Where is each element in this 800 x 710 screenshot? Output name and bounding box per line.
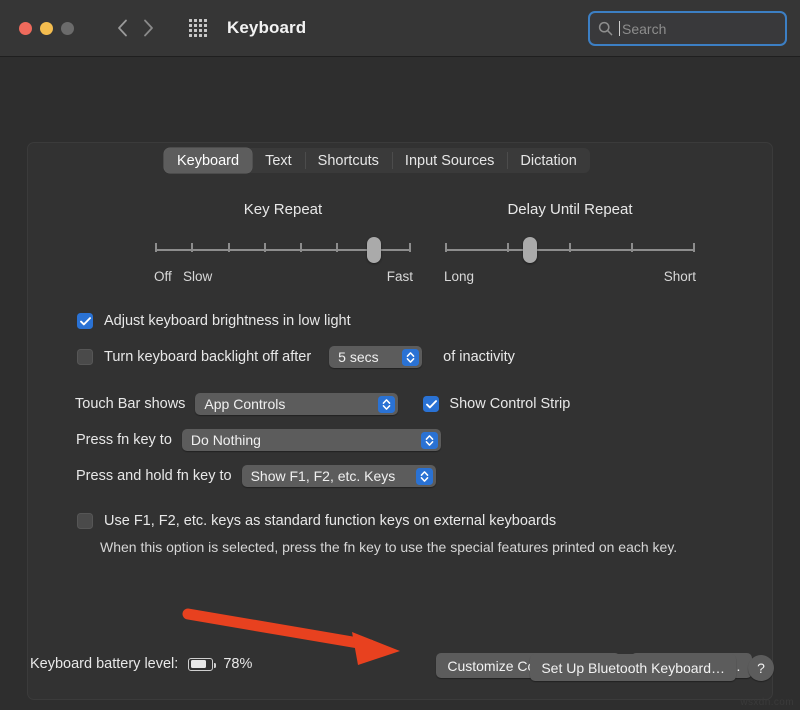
chevron-up-down-icon[interactable] <box>416 468 433 485</box>
forward-chevron-icon[interactable] <box>135 15 161 41</box>
tab-input-sources[interactable]: Input Sources <box>392 148 507 173</box>
press-fn-label: Press fn key to <box>76 432 172 448</box>
key-repeat-label-slow: Slow <box>183 269 212 284</box>
show-control-strip-checkbox[interactable] <box>423 396 439 412</box>
key-repeat-thumb[interactable] <box>367 237 381 263</box>
touch-bar-row[interactable]: Touch Bar shows App Controls Show Contro… <box>75 393 570 415</box>
function-keys-label: Use F1, F2, etc. keys as standard functi… <box>104 513 556 529</box>
key-repeat-label-fast: Fast <box>387 269 413 284</box>
press-hold-fn-value: Show F1, F2, etc. Keys <box>251 468 396 484</box>
touch-bar-label: Touch Bar shows <box>75 396 185 412</box>
backlight-off-label: Turn keyboard backlight off after <box>104 349 311 365</box>
set-up-bluetooth-keyboard-button[interactable]: Set Up Bluetooth Keyboard… <box>530 654 736 681</box>
delay-until-repeat-title: Delay Until Repeat <box>446 201 694 218</box>
function-keys-checkbox[interactable] <box>77 513 93 529</box>
search-container[interactable]: Search <box>588 11 787 46</box>
delay-label-long: Long <box>444 269 474 284</box>
search-field[interactable]: Search <box>588 11 787 46</box>
search-placeholder: Search <box>622 21 666 37</box>
delay-labels: Long Short <box>446 269 694 287</box>
battery-icon <box>188 658 213 671</box>
key-repeat-title: Key Repeat <box>156 201 410 218</box>
adjust-brightness-checkbox[interactable] <box>77 313 93 329</box>
zoom-button <box>61 22 74 35</box>
function-keys-row[interactable]: Use F1, F2, etc. keys as standard functi… <box>77 513 556 529</box>
show-all-grid-icon[interactable] <box>189 19 207 37</box>
key-repeat-labels: Off Slow Fast <box>156 269 410 287</box>
backlight-off-row[interactable]: Turn keyboard backlight off after 5 secs… <box>77 346 515 368</box>
press-hold-fn-row[interactable]: Press and hold fn key to Show F1, F2, et… <box>76 465 436 487</box>
footer-bar: Keyboard battery level: 78% Set Up Bluet… <box>0 643 800 710</box>
touch-bar-value: App Controls <box>204 396 285 412</box>
adjust-brightness-label: Adjust keyboard brightness in low light <box>104 313 351 329</box>
close-button[interactable] <box>19 22 32 35</box>
press-fn-value: Do Nothing <box>191 432 261 448</box>
keyboard-preferences-window: Keyboard Search Key Repeat <box>0 0 800 710</box>
search-icon <box>598 21 613 36</box>
adjust-brightness-row[interactable]: Adjust keyboard brightness in low light <box>77 313 351 329</box>
footer-actions: Set Up Bluetooth Keyboard… ? <box>530 654 774 681</box>
key-repeat-slider[interactable] <box>156 239 410 261</box>
function-keys-help-text: When this option is selected, press the … <box>100 537 715 559</box>
key-repeat-group: Key Repeat Off <box>156 201 410 287</box>
minimize-button[interactable] <box>40 22 53 35</box>
text-cursor <box>619 21 620 36</box>
press-hold-fn-dropdown[interactable]: Show F1, F2, etc. Keys <box>242 465 436 487</box>
battery-percent: 78% <box>223 656 252 672</box>
press-fn-row[interactable]: Press fn key to Do Nothing <box>76 429 441 451</box>
battery-status: Keyboard battery level: 78% <box>30 656 252 672</box>
delay-label-short: Short <box>664 269 696 284</box>
delay-until-repeat-slider[interactable] <box>446 239 694 261</box>
backlight-off-suffix: of inactivity <box>443 349 515 365</box>
watermark: wsxdn.com <box>740 697 794 708</box>
titlebar: Keyboard Search <box>0 0 800 57</box>
chevron-up-down-icon[interactable] <box>378 396 395 413</box>
tab-shortcuts[interactable]: Shortcuts <box>305 148 392 173</box>
tab-bar: Keyboard Text Shortcuts Input Sources Di… <box>164 148 590 173</box>
stepper-up-down-icon[interactable] <box>402 349 419 366</box>
press-hold-fn-label: Press and hold fn key to <box>76 468 232 484</box>
page-title: Keyboard <box>227 18 306 38</box>
help-button[interactable]: ? <box>748 655 774 681</box>
battery-level-label: Keyboard battery level: <box>30 656 178 672</box>
key-repeat-label-off: Off <box>154 269 172 284</box>
delay-until-repeat-group: Delay Until Repeat Long Short <box>446 201 694 287</box>
show-control-strip-label: Show Control Strip <box>449 396 570 412</box>
backlight-off-checkbox[interactable] <box>77 349 93 365</box>
backlight-delay-value: 5 secs <box>338 349 378 365</box>
tab-keyboard[interactable]: Keyboard <box>164 148 252 173</box>
touch-bar-dropdown[interactable]: App Controls <box>195 393 398 415</box>
content-area: Key Repeat Off <box>0 57 800 710</box>
press-fn-dropdown[interactable]: Do Nothing <box>182 429 441 451</box>
preferences-panel: Key Repeat Off <box>27 142 773 700</box>
tab-dictation[interactable]: Dictation <box>507 148 589 173</box>
chevron-up-down-icon[interactable] <box>421 432 438 449</box>
window-controls <box>19 22 74 35</box>
back-chevron-icon[interactable] <box>109 15 135 41</box>
backlight-delay-stepper[interactable]: 5 secs <box>329 346 422 368</box>
delay-thumb[interactable] <box>523 237 537 263</box>
tab-text[interactable]: Text <box>252 148 305 173</box>
